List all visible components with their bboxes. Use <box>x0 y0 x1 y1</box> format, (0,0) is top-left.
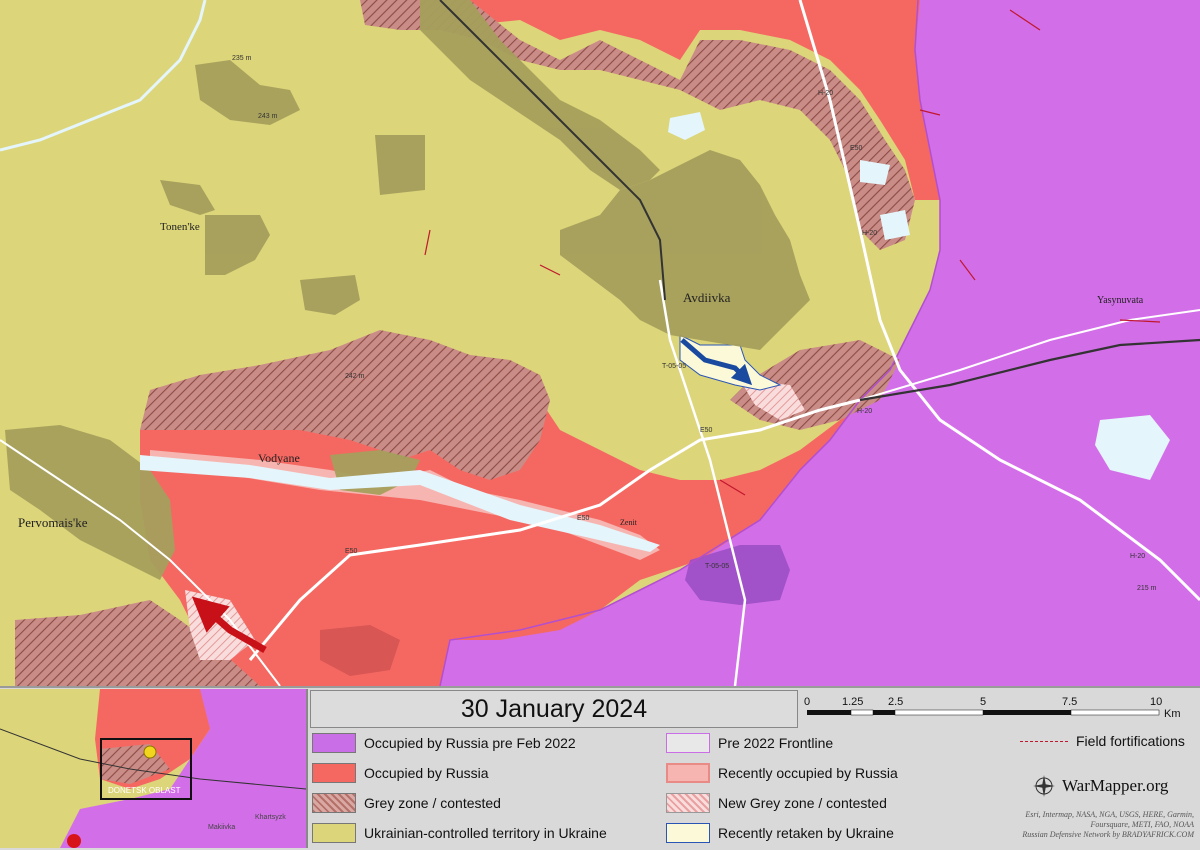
inset-oblast-label: DONETSK OBLAST <box>108 786 181 795</box>
road-label-h20-b: H-20 <box>862 230 877 237</box>
legend-item-grey-zone: Grey zone / contested <box>312 792 501 814</box>
road-label-t0505-b: T-05-05 <box>705 563 729 570</box>
map-date: 30 January 2024 <box>310 690 798 728</box>
inset-city-marker <box>67 834 81 848</box>
legend-label: New Grey zone / contested <box>718 795 887 811</box>
scale-tick-2: 2.5 <box>888 696 903 708</box>
scale-tick-1: 1.25 <box>842 696 863 708</box>
inset-makiivka: Makiivka <box>208 824 235 831</box>
scale-tick-3: 5 <box>980 696 986 708</box>
road-label-e50-b: E50 <box>700 427 713 434</box>
legend-label: Recently retaken by Ukraine <box>718 825 894 841</box>
settlement-block2 <box>375 135 425 195</box>
legend-swatch-pre2022 <box>312 733 356 753</box>
label-zenit: Zenit <box>620 518 638 527</box>
scale-tick-5: 10 <box>1150 696 1162 708</box>
road-label-e50-d: E50 <box>345 548 358 555</box>
legend-label: Field fortifications <box>1076 733 1185 749</box>
brand: WarMapper.org <box>1032 774 1168 798</box>
elevation-2: 243 m <box>258 113 278 120</box>
elevation-4: 215 m <box>1137 585 1157 592</box>
legend-swatch-frontline <box>666 733 710 753</box>
credits-line: Foursquare, METI, FAO, NOAA <box>1090 820 1194 829</box>
scale-bar: 0 1.25 2.5 5 7.5 10 Km <box>804 696 1181 720</box>
label-avdiivka: Avdiivka <box>683 290 731 305</box>
legend-swatch-occupied <box>312 763 356 783</box>
scale-unit: Km <box>1164 708 1181 720</box>
road-label-e50-a: E50 <box>850 145 863 152</box>
label-pervomaiske: Pervomais'ke <box>18 515 88 530</box>
legend-item-new-grey-zone: New Grey zone / contested <box>666 792 887 814</box>
road-label-h20-a: H-20 <box>818 90 833 97</box>
legend-swatch-ukraine <box>312 823 356 843</box>
scale-tick-4: 7.5 <box>1062 696 1077 708</box>
credits-line: Russian Defensive Network by BRADYAFRICK… <box>1022 830 1194 839</box>
inset-svg: DONETSK OBLAST Makiivka Khartsyzk <box>0 689 306 848</box>
legend-swatch-grey-zone <box>312 793 356 813</box>
map-canvas: Avdiivka Tonen'ke Vodyane Pervomais'ke Y… <box>0 0 1200 686</box>
legend-swatch-new-grey <box>666 793 710 813</box>
road-label-t0505-a: T-05-05 <box>662 363 686 370</box>
inset-map: DONETSK OBLAST Makiivka Khartsyzk <box>0 689 308 848</box>
brand-name: WarMapper.org <box>1062 776 1169 795</box>
elevation-3: 242 m <box>345 373 365 380</box>
legend-item-pre2022-frontline: Pre 2022 Frontline <box>666 732 833 754</box>
legend-label: Ukrainian-controlled territory in Ukrain… <box>364 825 607 841</box>
legend-label: Occupied by Russia pre Feb 2022 <box>364 735 576 751</box>
road-label-h20-d: H-20 <box>1130 553 1145 560</box>
inset-khartsyzk: Khartsyzk <box>255 814 286 821</box>
legend-item-ukraine: Ukrainian-controlled territory in Ukrain… <box>312 822 607 844</box>
legend-swatch-fortifications <box>1020 740 1068 742</box>
legend-swatch-recently-occupied <box>666 763 710 783</box>
compass-icon <box>1033 775 1055 797</box>
label-tonenke: Tonen'ke <box>160 221 200 233</box>
legend-item-retaken: Recently retaken by Ukraine <box>666 822 894 844</box>
label-yasynuvata: Yasynuvata <box>1097 295 1144 306</box>
road-label-h20-c: H-20 <box>857 408 872 415</box>
road-label-e50-c: E50 <box>577 515 590 522</box>
inset-marker <box>143 745 157 759</box>
legend-swatch-retaken <box>666 823 710 843</box>
legend-label: Occupied by Russia <box>364 765 489 781</box>
legend-label: Pre 2022 Frontline <box>718 735 834 751</box>
legend-label: Recently occupied by Russia <box>718 765 898 781</box>
elevation-1: 235 m <box>232 55 252 62</box>
label-vodyane: Vodyane <box>258 451 300 465</box>
legend-item-field-fortifications: Field fortifications <box>1020 733 1185 749</box>
credits: Esri, Intermap, NASA, NGA, USGS, HERE, G… <box>964 810 1194 840</box>
scale-tick-0: 0 <box>804 696 810 708</box>
credits-line: Esri, Intermap, NASA, NGA, USGS, HERE, G… <box>1025 810 1194 819</box>
legend-item-recently-occupied: Recently occupied by Russia <box>666 762 898 784</box>
legend-label: Grey zone / contested <box>364 795 501 811</box>
legend-item-occupied: Occupied by Russia <box>312 762 489 784</box>
water-4 <box>880 210 910 240</box>
legend-item-pre2022-occupied: Occupied by Russia pre Feb 2022 <box>312 732 576 754</box>
